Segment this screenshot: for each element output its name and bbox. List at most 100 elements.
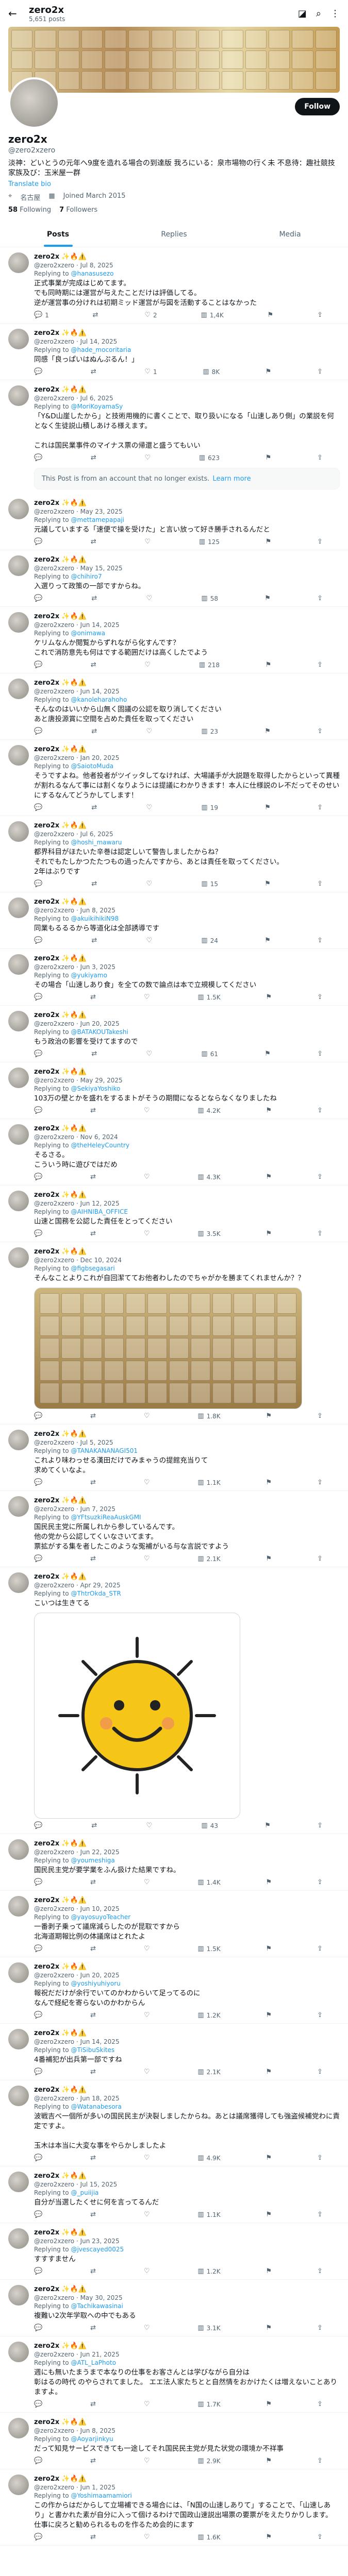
avatar[interactable] [8,2475,29,2495]
post[interactable]: zero2x ✨🔥⚠️ @zero2xzero · May 23, 2025 R… [0,494,348,550]
bookmark-button[interactable]: ⚑ [266,1107,272,1114]
post-author-name[interactable]: zero2x [34,329,59,337]
post-author-handle[interactable]: @zero2xzero [34,2351,74,2358]
post-author-name[interactable]: zero2x [34,1430,59,1438]
avatar[interactable] [8,612,29,633]
views-button[interactable]: ▥ 1,4K [201,311,224,319]
post-author-name[interactable]: zero2x [34,2029,59,2037]
following-link[interactable]: 58 Following [8,206,51,214]
like-button[interactable]: ♡ [146,1822,155,1829]
avatar[interactable] [8,1124,29,1145]
post[interactable]: zero2x ✨🔥⚠️ @zero2xzero · Jun 7, 2025 Re… [0,1491,348,1567]
views-button[interactable]: ▥ 1.2K [197,2011,220,2019]
like-button[interactable]: ♡ [146,595,155,602]
post-author-handle[interactable]: @zero2xzero [34,1133,74,1141]
replying-to-mention[interactable]: @Aoyarjinkyu [71,2435,113,2443]
post-date[interactable]: Jan 20, 2025 [80,754,120,761]
post-author-handle[interactable]: @zero2xzero [34,565,74,572]
repost-button[interactable]: ⇄ [90,1173,98,1181]
post-date[interactable]: Jun 14, 2025 [80,2038,120,2045]
avatar[interactable] [8,821,29,842]
post-author-handle[interactable]: @zero2xzero [34,688,74,695]
post-author-handle[interactable]: @zero2xzero [34,754,74,761]
post-author-handle[interactable]: @zero2xzero [34,1972,74,1979]
repost-button[interactable]: ⇄ [90,1945,98,1953]
repost-button[interactable]: ⇄ [90,2068,98,2076]
post-author-name[interactable]: zero2x [34,898,59,906]
post-date[interactable]: Jun 23, 2025 [80,2238,120,2245]
replying-to-mention[interactable]: @ATL_LaPhoto [71,2359,116,2366]
post[interactable]: zero2x ✨🔥⚠️ @zero2xzero · Jun 18, 2025 R… [0,2080,348,2166]
repost-button[interactable]: ⇄ [90,2400,98,2408]
post-date[interactable]: Jul 5, 2025 [80,1439,113,1446]
bookmark-button[interactable]: ⚑ [266,2211,272,2218]
replying-to-mention[interactable]: @yukiyamo [71,972,107,979]
post[interactable]: zero2x ✨🔥⚠️ @zero2xzero · Jun 3, 2025 Re… [0,949,348,1006]
bookmark-button[interactable]: ⚑ [266,1555,272,1563]
like-button[interactable]: ♡ [144,2267,153,2275]
share-button[interactable]: ⇪ [317,1050,323,1058]
share-button[interactable]: ⇪ [317,661,323,669]
replying-to-mention[interactable]: @onimawa [71,630,105,637]
replying-to-mention[interactable]: @figbsegasari [71,1265,114,1272]
reply-button[interactable]: 💬 [34,368,45,376]
post[interactable]: zero2x ✨🔥⚠️ @zero2xzero · Jul 6, 2025 Re… [0,816,348,892]
avatar[interactable] [8,499,29,519]
profile-avatar[interactable] [8,77,60,129]
like-button[interactable]: ♡ [146,727,155,735]
share-button[interactable]: ⇪ [317,1822,323,1829]
like-button[interactable]: ♡ [144,993,153,1001]
post-date[interactable]: Apr 29, 2025 [80,1582,121,1589]
post[interactable]: zero2x ✨🔥⚠️ @zero2xzero · Jul 5, 2025 Re… [0,1425,348,1491]
post-author-handle[interactable]: @zero2xzero [34,1905,74,1912]
views-button[interactable]: ▥ 43 [201,1822,218,1829]
post-author-name[interactable]: zero2x [34,2342,59,2350]
like-button[interactable]: ♡ [144,661,153,669]
post-date[interactable]: Jun 3, 2025 [80,963,115,971]
share-button[interactable]: ⇪ [317,1173,323,1181]
post-author-name[interactable]: zero2x [34,2229,59,2236]
repost-button[interactable]: ⇄ [90,2324,98,2332]
post-date[interactable]: Jun 20, 2025 [80,1972,120,1979]
post[interactable]: zero2x ✨🔥⚠️ @zero2xzero · Jun 22, 2025 R… [0,1834,348,1891]
like-button[interactable]: ♡ [144,1173,153,1181]
repost-button[interactable]: ⇄ [91,1050,100,1058]
post-author-handle[interactable]: @zero2xzero [34,2038,74,2045]
views-button[interactable]: ▥ 4.2K [197,1107,220,1114]
post[interactable]: zero2x ✨🔥⚠️ @zero2xzero · Jun 8, 2025 Re… [0,2413,348,2469]
views-button[interactable]: ▥ 4.3K [197,1173,220,1181]
post-date[interactable]: Jun 8, 2025 [80,907,115,914]
post-author-handle[interactable]: @zero2xzero [34,1582,74,1589]
bookmark-button[interactable]: ⚑ [266,2457,272,2465]
like-button[interactable]: ♡ [146,804,155,811]
reply-button[interactable]: 💬 [34,595,45,602]
reply-button[interactable]: 💬 [34,937,45,944]
post-author-name[interactable]: zero2x [34,2172,59,2180]
post-author-handle[interactable]: @zero2xzero [34,1849,74,1856]
avatar[interactable] [8,1430,29,1450]
reply-button[interactable]: 💬 [34,1173,45,1181]
bookmark-button[interactable]: ⚑ [264,937,271,944]
share-button[interactable]: ⇪ [317,937,323,944]
like-button[interactable]: ♡ [144,2211,153,2218]
post[interactable]: zero2x ✨🔥⚠️ @zero2xzero · Apr 29, 2025 R… [0,1567,348,1834]
post[interactable]: zero2x ✨🔥⚠️ @zero2xzero · Jun 14, 2025 R… [0,673,348,740]
reply-button[interactable]: 💬 [34,1945,45,1953]
avatar[interactable] [8,1011,29,1031]
views-button[interactable]: ▥ 623 [199,454,220,462]
repost-button[interactable]: ⇄ [90,1412,98,1420]
bookmark-button[interactable]: ⚑ [266,2400,272,2408]
post-date[interactable]: Jun 18, 2025 [80,2095,120,2102]
post-date[interactable]: Jul 15, 2025 [80,2181,118,2188]
post-author-handle[interactable]: @zero2xzero [34,1200,74,1207]
post-date[interactable]: Jun 10, 2025 [80,1905,120,1912]
repost-button[interactable]: ⇄ [90,1555,98,1563]
replying-to-mention[interactable]: @chihiro7 [71,573,102,580]
share-button[interactable]: ⇪ [317,454,323,462]
post[interactable]: zero2x ✨🔥⚠️ @zero2xzero · Jul 15, 2025 R… [0,2166,348,2223]
post-date[interactable]: May 30, 2025 [80,2294,123,2301]
post-author-handle[interactable]: @zero2xzero [34,831,74,838]
share-button[interactable]: ⇪ [317,727,323,735]
post-date[interactable]: May 23, 2025 [80,508,123,515]
post[interactable]: zero2x ✨🔥⚠️ @zero2xzero · Jun 20, 2025 R… [0,1957,348,2024]
